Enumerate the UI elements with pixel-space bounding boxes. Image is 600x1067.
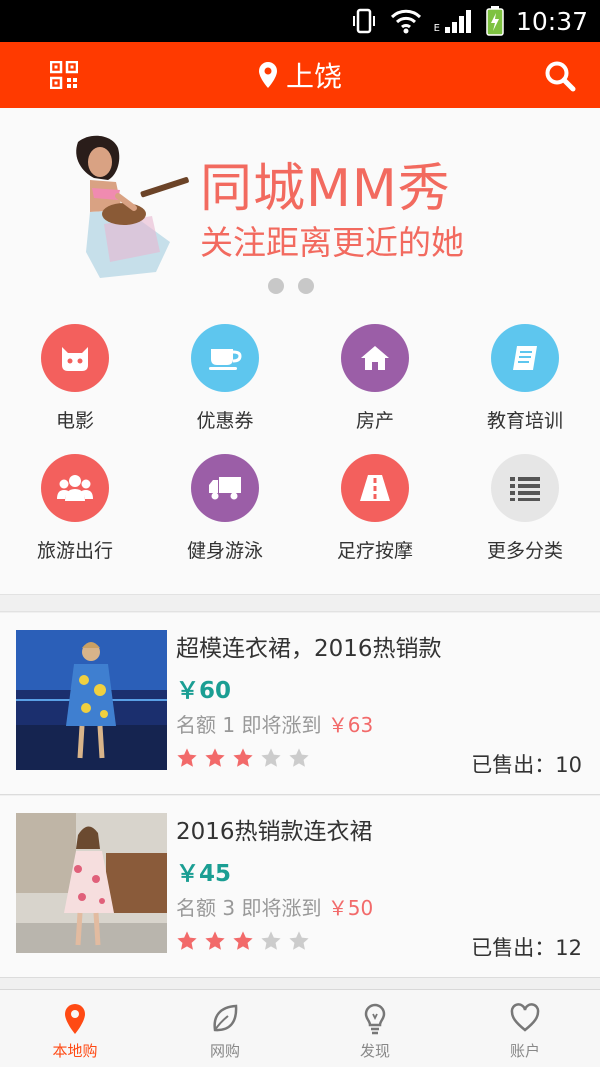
category-coupon[interactable]: 优惠券 xyxy=(150,314,300,434)
sold-count: 已售出：12 xyxy=(471,932,582,962)
sold-label: 已售出： xyxy=(471,753,556,777)
nav-discover[interactable]: 发现 xyxy=(300,990,450,1067)
sold-count: 已售出：10 xyxy=(471,749,582,779)
star-filled-icon xyxy=(177,748,197,767)
location-pin-icon xyxy=(65,1004,85,1034)
network-type: E xyxy=(433,22,440,34)
nav-label: 账户 xyxy=(509,1042,540,1060)
product-item[interactable]: 2016热销款连衣裙 ￥45 名额 3 即将涨到 ￥50 已售出：12 xyxy=(0,796,600,978)
star-empty-icon xyxy=(261,748,281,767)
star-filled-icon xyxy=(205,931,225,950)
coffee-cup-icon xyxy=(191,324,259,392)
sold-label: 已售出： xyxy=(471,936,556,960)
category-real-estate[interactable]: 房产 xyxy=(300,314,450,434)
rise-label: 即将涨到 xyxy=(241,896,322,920)
category-label: 更多分类 xyxy=(486,540,563,562)
category-label: 优惠券 xyxy=(196,410,254,432)
quota-value: 3 xyxy=(222,896,236,920)
category-more[interactable]: 更多分类 xyxy=(450,444,600,564)
city-selector[interactable]: 上饶 xyxy=(0,56,600,94)
search-icon[interactable] xyxy=(544,60,576,92)
leaf-icon xyxy=(213,1004,238,1032)
nav-label: 发现 xyxy=(359,1042,390,1060)
product-item[interactable]: 超模连衣裙，2016热销款 ￥60 名额 1 即将涨到 ￥63 已售出：10 xyxy=(0,613,600,795)
banner-page-indicator xyxy=(268,278,314,294)
nav-account[interactable]: 账户 xyxy=(450,990,600,1067)
quota-label: 名额 xyxy=(176,713,216,737)
battery-charging-icon xyxy=(486,6,504,36)
bottom-navigation: 本地购 网购 发现 账户 xyxy=(0,989,600,1067)
sold-value: 10 xyxy=(555,753,582,777)
category-label: 电影 xyxy=(55,410,94,432)
star-empty-icon xyxy=(289,748,309,767)
category-label: 房产 xyxy=(355,410,394,432)
category-label: 旅游出行 xyxy=(36,540,113,562)
vibrate-icon xyxy=(352,8,375,34)
book-icon xyxy=(491,324,559,392)
rise-price: ￥63 xyxy=(327,713,374,737)
rise-price: ￥50 xyxy=(327,896,374,920)
rise-label: 即将涨到 xyxy=(241,713,322,737)
page-dot xyxy=(298,278,314,294)
category-label: 教育培训 xyxy=(486,410,563,432)
city-name: 上饶 xyxy=(285,60,342,93)
category-movie[interactable]: 电影 xyxy=(0,314,150,434)
product-quota: 名额 1 即将涨到 ￥63 xyxy=(176,709,373,738)
star-empty-icon xyxy=(261,931,281,950)
banner-girl-illustration xyxy=(76,135,189,278)
nav-label: 本地购 xyxy=(52,1042,98,1060)
list-icon xyxy=(491,454,559,522)
movie-icon xyxy=(41,324,109,392)
sold-value: 12 xyxy=(555,936,582,960)
star-filled-icon xyxy=(177,931,197,950)
status-bar: E 10:37 xyxy=(0,0,600,42)
nav-online-shopping[interactable]: 网购 xyxy=(150,990,300,1067)
product-thumbnail xyxy=(16,813,167,953)
star-filled-icon xyxy=(233,748,253,767)
product-thumbnail xyxy=(16,630,167,770)
product-price: ￥45 xyxy=(176,861,232,887)
house-icon xyxy=(341,324,409,392)
quota-value: 1 xyxy=(222,713,236,737)
star-filled-icon xyxy=(205,748,225,767)
status-icons: E 10:37 xyxy=(352,5,588,37)
clock: 10:37 xyxy=(515,6,588,36)
star-filled-icon xyxy=(233,931,253,950)
wifi-icon xyxy=(390,9,421,34)
signal-icon xyxy=(444,10,471,33)
location-pin-icon xyxy=(258,62,277,88)
category-label: 足疗按摩 xyxy=(336,540,413,562)
category-grid: 电影 优惠券 房产 教育培训 旅游出行 健身游泳 足疗按摩 更多分类 xyxy=(0,314,600,594)
product-quota: 名额 3 即将涨到 ￥50 xyxy=(176,892,373,921)
rating-stars xyxy=(176,930,310,952)
section-divider xyxy=(0,594,600,612)
banner-title: 同城MM秀 xyxy=(200,159,451,219)
banner-subtitle: 关注距离更近的她 xyxy=(200,223,464,262)
page-dot xyxy=(268,278,284,294)
category-massage[interactable]: 足疗按摩 xyxy=(300,444,450,564)
quota-label: 名额 xyxy=(176,896,216,920)
road-icon xyxy=(341,454,409,522)
category-label: 健身游泳 xyxy=(186,540,263,562)
product-price: ￥60 xyxy=(176,678,232,704)
category-travel[interactable]: 旅游出行 xyxy=(0,444,150,564)
people-icon xyxy=(41,454,109,522)
lightbulb-icon xyxy=(364,1003,386,1035)
title-bar: 上饶 xyxy=(0,42,600,108)
promo-banner[interactable]: 同城MM秀 关注距离更近的她 xyxy=(0,108,600,314)
truck-icon xyxy=(191,454,259,522)
category-fitness[interactable]: 健身游泳 xyxy=(150,444,300,564)
heart-icon xyxy=(510,1003,540,1032)
star-empty-icon xyxy=(289,931,309,950)
rating-stars xyxy=(176,747,310,769)
product-title: 超模连衣裙，2016热销款 xyxy=(176,636,442,662)
category-education[interactable]: 教育培训 xyxy=(450,314,600,434)
nav-local-shopping[interactable]: 本地购 xyxy=(0,990,150,1067)
product-title: 2016热销款连衣裙 xyxy=(176,819,373,845)
nav-label: 网购 xyxy=(209,1042,240,1060)
